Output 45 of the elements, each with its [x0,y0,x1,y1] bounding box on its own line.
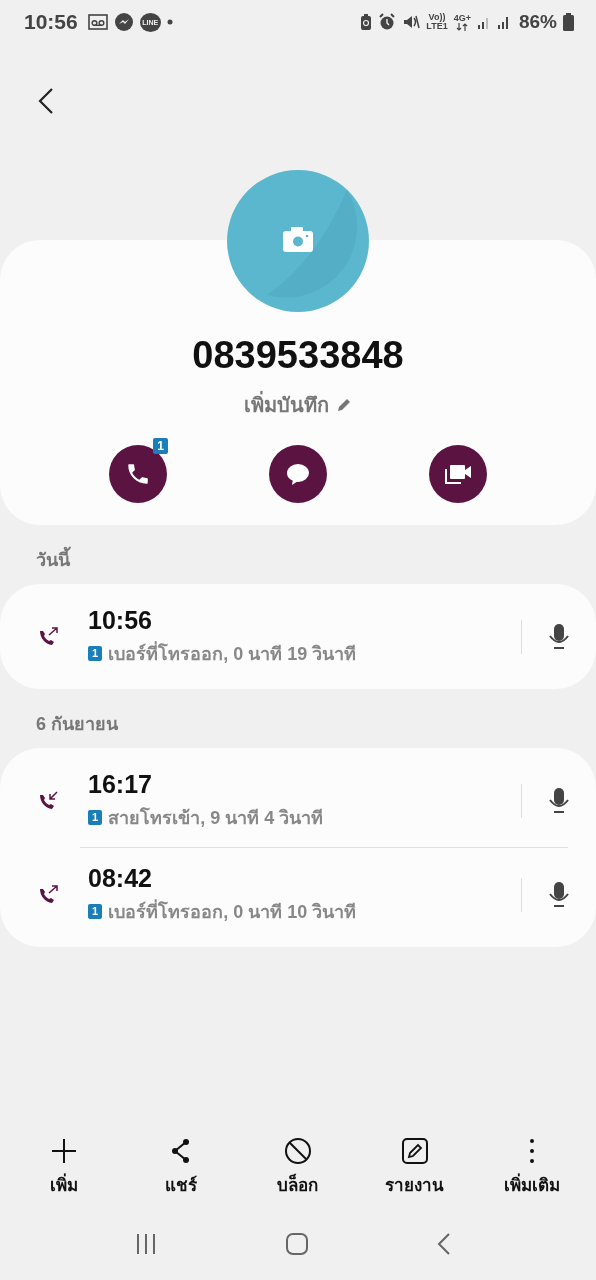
call-detail: เบอร์ที่โทรออก, 0 นาที 19 วินาที [108,640,357,666]
back-icon[interactable] [38,87,54,115]
call-time: 08:42 [88,863,153,893]
date-header: 6 กันยายน [35,713,119,736]
more-icon [529,1139,534,1163]
signal-icon [496,14,511,30]
report-button[interactable]: รายงาน [366,1137,463,1198]
call-time: 16:17 [88,769,153,799]
dot-icon [166,19,173,25]
call-detail: เบอร์ที่โทรออก, 0 นาที 10 วินาที [108,898,357,924]
missed-count-badge: 1 [153,438,168,454]
message-button[interactable] [269,445,327,503]
home-icon[interactable] [285,1232,309,1256]
data-arrows-icon [456,22,469,31]
status-time: 10:56 [24,10,78,34]
block-button[interactable]: บล็อก [250,1137,346,1198]
add-note-button[interactable]: เพิ่มบันทึก [243,389,353,421]
more-button[interactable]: เพิ่มเติม [483,1137,580,1198]
date-header: วันนี้ [0,525,596,584]
volte-indicator: Vo)) LTE1 [426,13,448,31]
video-call-button[interactable] [429,445,487,503]
microphone-icon[interactable] [548,880,570,909]
edit-square-icon [400,1137,429,1165]
voicemail-icon [87,14,108,30]
phone-number: 0839533848 [192,334,404,377]
alarm-icon [378,13,397,31]
add-button[interactable]: เพิ่ม [16,1137,113,1198]
network-indicator: 4G+ [453,13,471,31]
sim-badge: 1 [88,903,103,919]
back-nav-icon[interactable] [436,1232,453,1256]
call-detail: สายโทรเข้า, 9 นาที 4 วินาที [108,806,324,830]
battery-saver-icon [360,13,373,31]
sim-badge: 1 [88,809,103,825]
call-time: 10:56 [88,605,153,635]
microphone-icon[interactable] [548,786,570,815]
battery-percent: 86% [518,11,557,33]
share-button[interactable]: แชร์ [133,1137,230,1198]
microphone-icon[interactable] [548,622,570,651]
sim-badge: 1 [88,645,103,661]
messenger-icon [113,12,134,32]
phone-icon [125,461,151,487]
plus-icon [50,1137,79,1165]
mute-icon [402,13,421,31]
block-icon [284,1137,312,1165]
battery-icon [563,13,574,31]
